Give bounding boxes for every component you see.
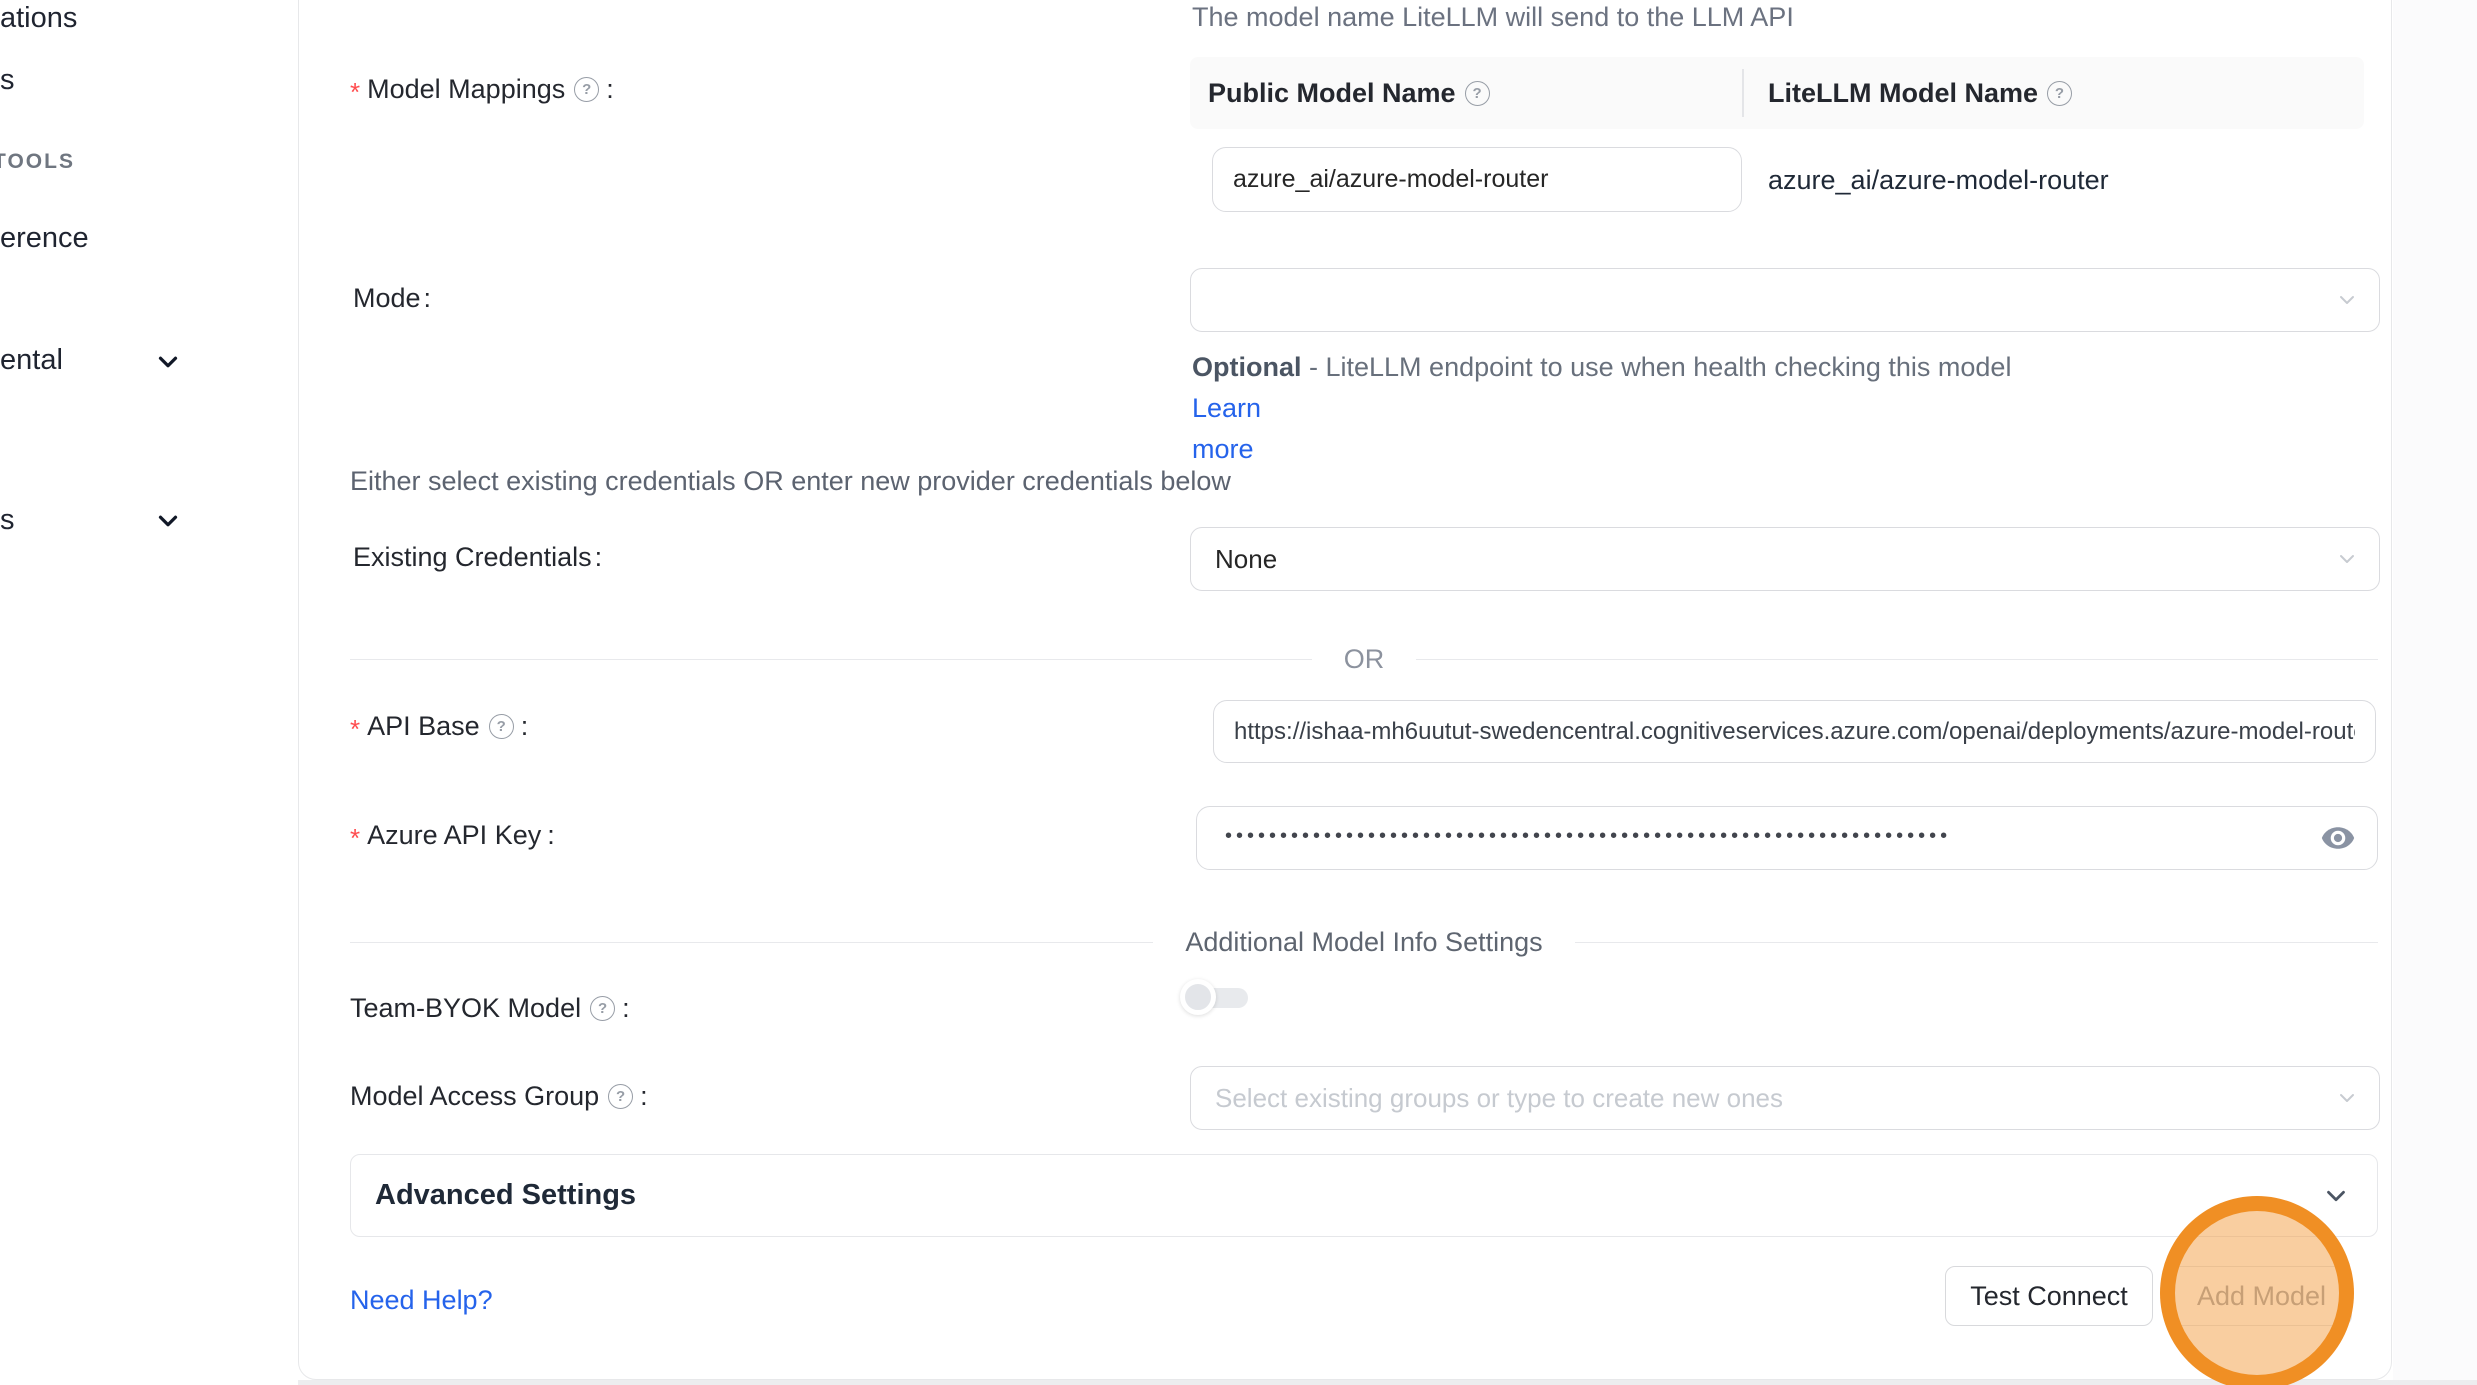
model-access-group-select[interactable]: Select existing groups or type to create… (1190, 1066, 2380, 1130)
model-access-group-label: Model Access Group ? : (350, 1081, 648, 1112)
sidebar-item-inference[interactable]: erence (0, 222, 89, 255)
advanced-settings-title: Advanced Settings (375, 1179, 636, 1212)
api-base-label: * API Base ? : (350, 711, 528, 742)
page-background-bottom (298, 1380, 2477, 1385)
chevron-down-icon (153, 347, 183, 377)
model-mappings-label: * Model Mappings ? : (350, 74, 614, 105)
api-base-input[interactable]: https://ishaa-mh6uutut-swedencentral.cog… (1213, 700, 2376, 763)
toggle-knob (1180, 979, 1216, 1015)
chevron-down-icon (2321, 1181, 2351, 1211)
azure-api-key-input[interactable]: ••••••••••••••••••••••••••••••••••••••••… (1196, 806, 2378, 870)
required-asterisk: * (350, 714, 360, 745)
litellm-model-name-header: LiteLLM Model Name ? (1742, 78, 2076, 109)
team-byok-label: Team-BYOK Model ? : (350, 993, 630, 1024)
learn-more-link[interactable]: more (1192, 434, 1254, 464)
existing-credentials-label: Existing Credentials: (353, 542, 602, 573)
help-icon[interactable]: ? (1465, 81, 1490, 106)
required-asterisk: * (350, 823, 360, 854)
chevron-down-icon (2335, 288, 2359, 312)
masked-api-key: ••••••••••••••••••••••••••••••••••••••••… (1225, 825, 2307, 848)
sidebar-item-1[interactable]: s (0, 64, 15, 97)
public-model-name-header: Public Model Name ? (1190, 78, 1742, 109)
azure-api-key-label: * Azure API Key : (350, 820, 555, 851)
column-divider (1742, 69, 1744, 117)
annotation-circle (2160, 1196, 2354, 1385)
litellm-model-name-value: azure_ai/azure-model-router (1768, 165, 2109, 196)
model-mappings-table-header: Public Model Name ? LiteLLM Model Name ? (1190, 57, 2364, 129)
team-byok-toggle[interactable] (1180, 979, 1252, 1017)
learn-more-link[interactable]: Learn (1192, 393, 1261, 423)
help-icon[interactable]: ? (574, 77, 599, 102)
advanced-settings-expander[interactable]: Advanced Settings (350, 1154, 2378, 1237)
need-help-link[interactable]: Need Help? (350, 1285, 493, 1316)
required-asterisk: * (350, 77, 360, 108)
eye-icon[interactable] (2319, 819, 2357, 857)
sidebar-item-settings[interactable]: s (0, 504, 15, 537)
help-icon[interactable]: ? (489, 714, 514, 739)
model-name-note: The model name LiteLLM will send to the … (1192, 2, 1794, 33)
help-icon[interactable]: ? (590, 996, 615, 1021)
credentials-note: Either select existing credentials OR en… (350, 466, 1231, 497)
chevron-down-icon (2335, 1086, 2359, 1110)
help-icon[interactable]: ? (608, 1084, 633, 1109)
help-icon[interactable]: ? (2047, 81, 2072, 106)
sidebar-item-organizations[interactable]: ations (0, 2, 77, 35)
mode-hint: Optional - LiteLLM endpoint to use when … (1192, 347, 2052, 470)
mode-label: Mode: (353, 283, 431, 314)
chevron-down-icon (2335, 547, 2359, 571)
existing-credentials-select[interactable]: None (1190, 527, 2380, 591)
additional-settings-divider: Additional Model Info Settings (350, 927, 2378, 958)
sidebar-section-tools: TOOLS (0, 150, 75, 174)
sidebar-item-experimental[interactable]: ental (0, 344, 63, 377)
test-connect-button[interactable]: Test Connect (1945, 1266, 2153, 1326)
page-background-right (2393, 0, 2477, 1385)
mode-select[interactable] (1190, 268, 2380, 332)
chevron-down-icon (153, 506, 183, 536)
public-model-name-input[interactable]: azure_ai/azure-model-router (1212, 147, 1742, 212)
add-model-screen: ations s TOOLS erence ental s The model … (0, 0, 2477, 1385)
or-divider: OR (350, 644, 2378, 675)
